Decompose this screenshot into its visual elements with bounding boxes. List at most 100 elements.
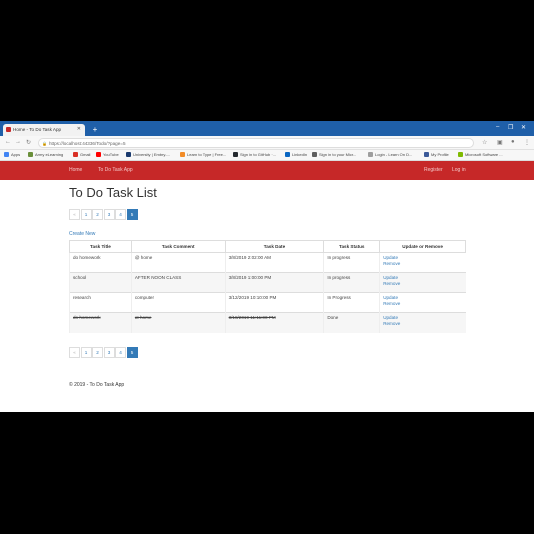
bookmark-item[interactable]: Login - Learn On D... [368, 152, 412, 158]
favicon-icon [6, 127, 11, 132]
cell-date: 3/12/2019 10:10:00 PM [224, 292, 324, 313]
pager-page-3[interactable]: 3 [103, 347, 115, 358]
cell-comment: AFTER NOON CLASS [130, 272, 226, 293]
task-table: Task Title Task Comment Task Date Task S… [69, 240, 466, 333]
pager-page-2[interactable]: 2 [92, 209, 103, 220]
close-window-icon[interactable]: ✕ [521, 124, 526, 131]
bookmark-icon [424, 152, 429, 158]
header-task-date: Task Date [224, 240, 325, 253]
table-row: school AFTER NOON CLASS 3/8/2019 1:00:00… [69, 272, 466, 293]
cell-actions: Update Remove [379, 292, 466, 313]
bookmark-item[interactable]: YouTube [96, 152, 119, 158]
menu-icon[interactable]: ⋮ [524, 139, 530, 146]
bookmark-icon [368, 152, 373, 158]
cell-comment: @ home [130, 252, 226, 273]
url-text: https://localhost:44336/Todo/?page=5 [49, 141, 126, 146]
url-input[interactable]: 🔒 https://localhost:44336/Todo/?page=5 [38, 138, 474, 148]
pager-page-5[interactable]: 5 [126, 209, 138, 220]
profile-icon[interactable]: ● [511, 139, 515, 145]
pager-prev[interactable]: « [69, 209, 80, 220]
reload-icon[interactable]: ↻ [26, 139, 31, 146]
github-icon [233, 152, 238, 158]
remove-link[interactable]: Remove [383, 261, 462, 267]
page-title: To Do Task List [69, 185, 157, 200]
bookmark-icon [458, 152, 463, 158]
nav-register-link[interactable]: Register [424, 167, 443, 173]
browser-window: Home - To Do Task App ✕ + – ❐ ✕ ← → ↻ 🔒 … [0, 121, 534, 412]
bookmark-item[interactable]: Microsoft Software ... [458, 152, 503, 158]
cell-actions: Update Remove [379, 272, 466, 293]
cell-actions: Update Remove [379, 252, 466, 273]
cell-date: 3/8/2019 1:00:00 PM [224, 272, 324, 293]
bookmark-icon [28, 152, 33, 158]
footer-text: © 2019 - To Do Task App [69, 382, 125, 388]
browser-tab[interactable]: Home - To Do Task App ✕ [3, 124, 85, 136]
pager-page-4[interactable]: 4 [115, 209, 126, 220]
address-bar: ← → ↻ 🔒 https://localhost:44336/Todo/?pa… [0, 136, 534, 150]
header-update-remove: Update or Remove [379, 240, 466, 253]
tab-strip: Home - To Do Task App ✕ + – ❐ ✕ [0, 121, 534, 136]
header-task-comment: Task Comment [130, 240, 226, 253]
maximize-icon[interactable]: ❐ [508, 124, 513, 131]
pager-page-2[interactable]: 2 [92, 347, 103, 358]
bookmark-item[interactable]: LinkedIn [285, 152, 307, 158]
cell-title: school [69, 272, 132, 293]
pager-page-5[interactable]: 5 [126, 347, 138, 358]
pager-page-4[interactable]: 4 [115, 347, 126, 358]
cell-status: In Progress [323, 292, 380, 313]
back-icon[interactable]: ← [5, 139, 11, 145]
bookmark-item[interactable]: Army eLearning [28, 152, 63, 158]
bookmark-item[interactable]: Learn to Type | Free... [180, 152, 226, 158]
cell-title: do homework [69, 312, 132, 333]
bookmark-item[interactable]: Sign in to GitHub ·... [233, 152, 276, 158]
forward-icon[interactable]: → [15, 139, 21, 145]
bookmark-star-icon[interactable]: ☆ [482, 139, 487, 146]
pager-prev[interactable]: « [69, 347, 80, 358]
pagination-top: « 1 2 3 4 5 [69, 209, 138, 220]
close-tab-icon[interactable]: ✕ [77, 126, 81, 132]
bookmarks-bar: Apps Army eLearning Gmail YouTube Univer… [0, 150, 534, 161]
cell-status: In progress [323, 272, 380, 293]
remove-link[interactable]: Remove [383, 281, 462, 287]
pager-page-3[interactable]: 3 [103, 209, 115, 220]
new-tab-button[interactable]: + [90, 125, 100, 134]
cell-comment: computer [130, 292, 226, 313]
cell-title: research [69, 292, 132, 313]
nav-login-link[interactable]: Log in [452, 167, 466, 173]
screen: Home - To Do Task App ✕ + – ❐ ✕ ← → ↻ 🔒 … [0, 0, 534, 534]
table-row: do homework @ home 3/8/2019 2:02:00 AM I… [69, 252, 466, 273]
nav-home-link[interactable]: Home [69, 167, 82, 173]
apps-icon [4, 152, 9, 158]
bookmark-item[interactable]: University | Embry-... [126, 152, 170, 158]
remove-link[interactable]: Remove [383, 301, 462, 307]
cell-date: 3/18/2019 11:11:00 PM [224, 312, 324, 333]
extension-icon[interactable]: ▣ [497, 139, 503, 146]
lock-icon: 🔒 [42, 141, 47, 146]
bookmark-item[interactable]: Sign in to your Micr... [312, 152, 356, 158]
cell-comment: at home [130, 312, 226, 333]
nav-app-link[interactable]: To Do Task App [98, 167, 133, 173]
bookmark-icon [126, 152, 131, 158]
youtube-icon [96, 152, 101, 158]
header-task-title: Task Title [69, 240, 132, 253]
pager-page-1[interactable]: 1 [80, 347, 92, 358]
linkedin-icon [285, 152, 290, 158]
bookmark-icon [180, 152, 185, 158]
remove-link[interactable]: Remove [383, 321, 462, 327]
bookmark-item[interactable]: Gmail [73, 152, 90, 158]
bookmark-item[interactable]: Apps [4, 152, 20, 158]
cell-status: In progress [323, 252, 380, 273]
create-new-link[interactable]: Create New [69, 231, 95, 237]
minimize-icon[interactable]: – [496, 124, 499, 130]
table-row: do homework at home 3/18/2019 11:11:00 P… [69, 312, 466, 333]
gmail-icon [73, 152, 78, 158]
tab-title: Home - To Do Task App [13, 127, 62, 132]
cell-title: do homework [69, 252, 132, 273]
bookmark-item[interactable]: My Profile [424, 152, 449, 158]
app-navbar: Home To Do Task App Register Log in [0, 161, 534, 180]
pager-page-1[interactable]: 1 [80, 209, 92, 220]
table-header-row: Task Title Task Comment Task Date Task S… [69, 240, 466, 253]
cell-actions: Update Remove [379, 312, 466, 333]
table-row: research computer 3/12/2019 10:10:00 PM … [69, 292, 466, 313]
cell-status: Done [323, 312, 380, 333]
